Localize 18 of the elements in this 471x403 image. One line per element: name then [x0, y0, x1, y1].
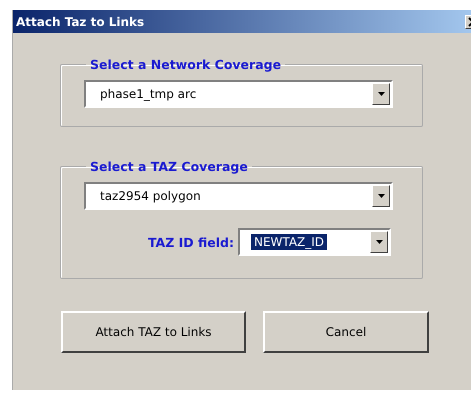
dropdown-arrow-button[interactable] — [370, 231, 388, 253]
dropdown-field[interactable]: NEWTAZ_ID — [238, 228, 391, 256]
caret-icon — [378, 92, 384, 96]
dropdown-arrow-button[interactable] — [372, 83, 390, 105]
dropdown-value: taz2954 polygon — [99, 189, 201, 203]
window-title: Attach Taz to Links — [16, 14, 144, 28]
caret-icon — [376, 240, 382, 244]
dropdown-value: phase1_tmp arc — [99, 87, 196, 101]
dialog-button[interactable]: Cancel — [263, 311, 429, 353]
dialog-button[interactable]: Attach TAZ to Links — [61, 311, 246, 353]
group-legend: Select a TAZ Coverage — [86, 159, 252, 174]
dropdown-field[interactable]: taz2954 polygon — [84, 182, 393, 210]
dropdown-field[interactable]: phase1_tmp arc — [84, 80, 393, 108]
caret-icon — [378, 194, 384, 198]
dropdown-arrow-button[interactable] — [372, 185, 390, 207]
group-legend: Select a Network Coverage — [86, 57, 286, 72]
dropdown-value: NEWTAZ_ID — [251, 234, 328, 250]
field-label: TAZ ID field: — [148, 234, 234, 250]
